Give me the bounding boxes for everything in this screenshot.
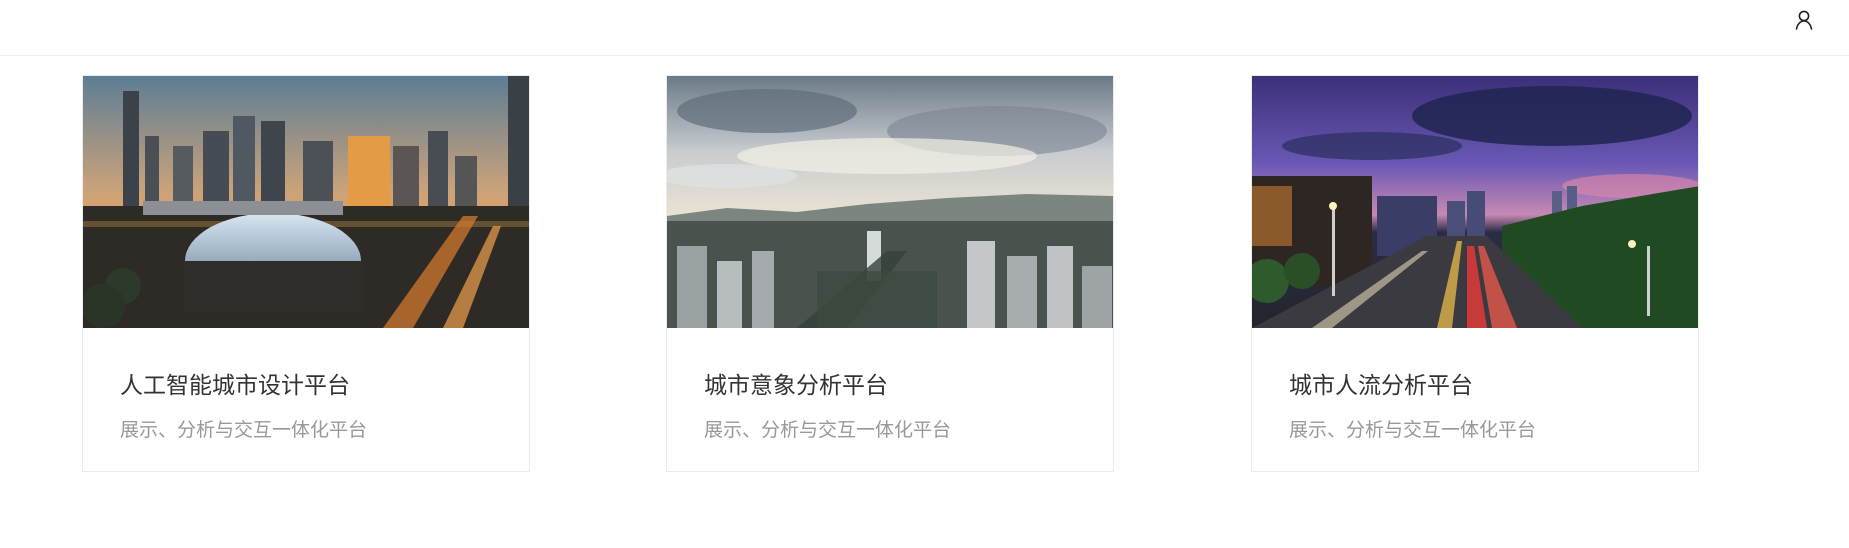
city-aerial-cloudy-image bbox=[667, 76, 1113, 328]
platform-card-crowd-flow[interactable]: 城市人流分析平台 展示、分析与交互一体化平台 bbox=[1251, 75, 1699, 472]
top-navbar bbox=[0, 0, 1849, 56]
card-subtitle: 展示、分析与交互一体化平台 bbox=[120, 419, 368, 441]
platform-card-list: 人工智能城市设计平台 展示、分析与交互一体化平台 城市意象分析平台 展示、分析与… bbox=[0, 75, 1849, 475]
city-night-skyline-image bbox=[83, 76, 529, 328]
card-subtitle: 展示、分析与交互一体化平台 bbox=[1289, 419, 1537, 441]
card-title: 城市人流分析平台 bbox=[1289, 373, 1473, 399]
city-road-dusk-image bbox=[1252, 76, 1698, 328]
card-title: 人工智能城市设计平台 bbox=[120, 373, 350, 399]
user-icon[interactable] bbox=[1792, 8, 1816, 32]
platform-card-city-image[interactable]: 城市意象分析平台 展示、分析与交互一体化平台 bbox=[666, 75, 1114, 472]
card-title: 城市意象分析平台 bbox=[704, 373, 888, 399]
card-subtitle: 展示、分析与交互一体化平台 bbox=[704, 419, 952, 441]
platform-card-ai-design[interactable]: 人工智能城市设计平台 展示、分析与交互一体化平台 bbox=[82, 75, 530, 472]
